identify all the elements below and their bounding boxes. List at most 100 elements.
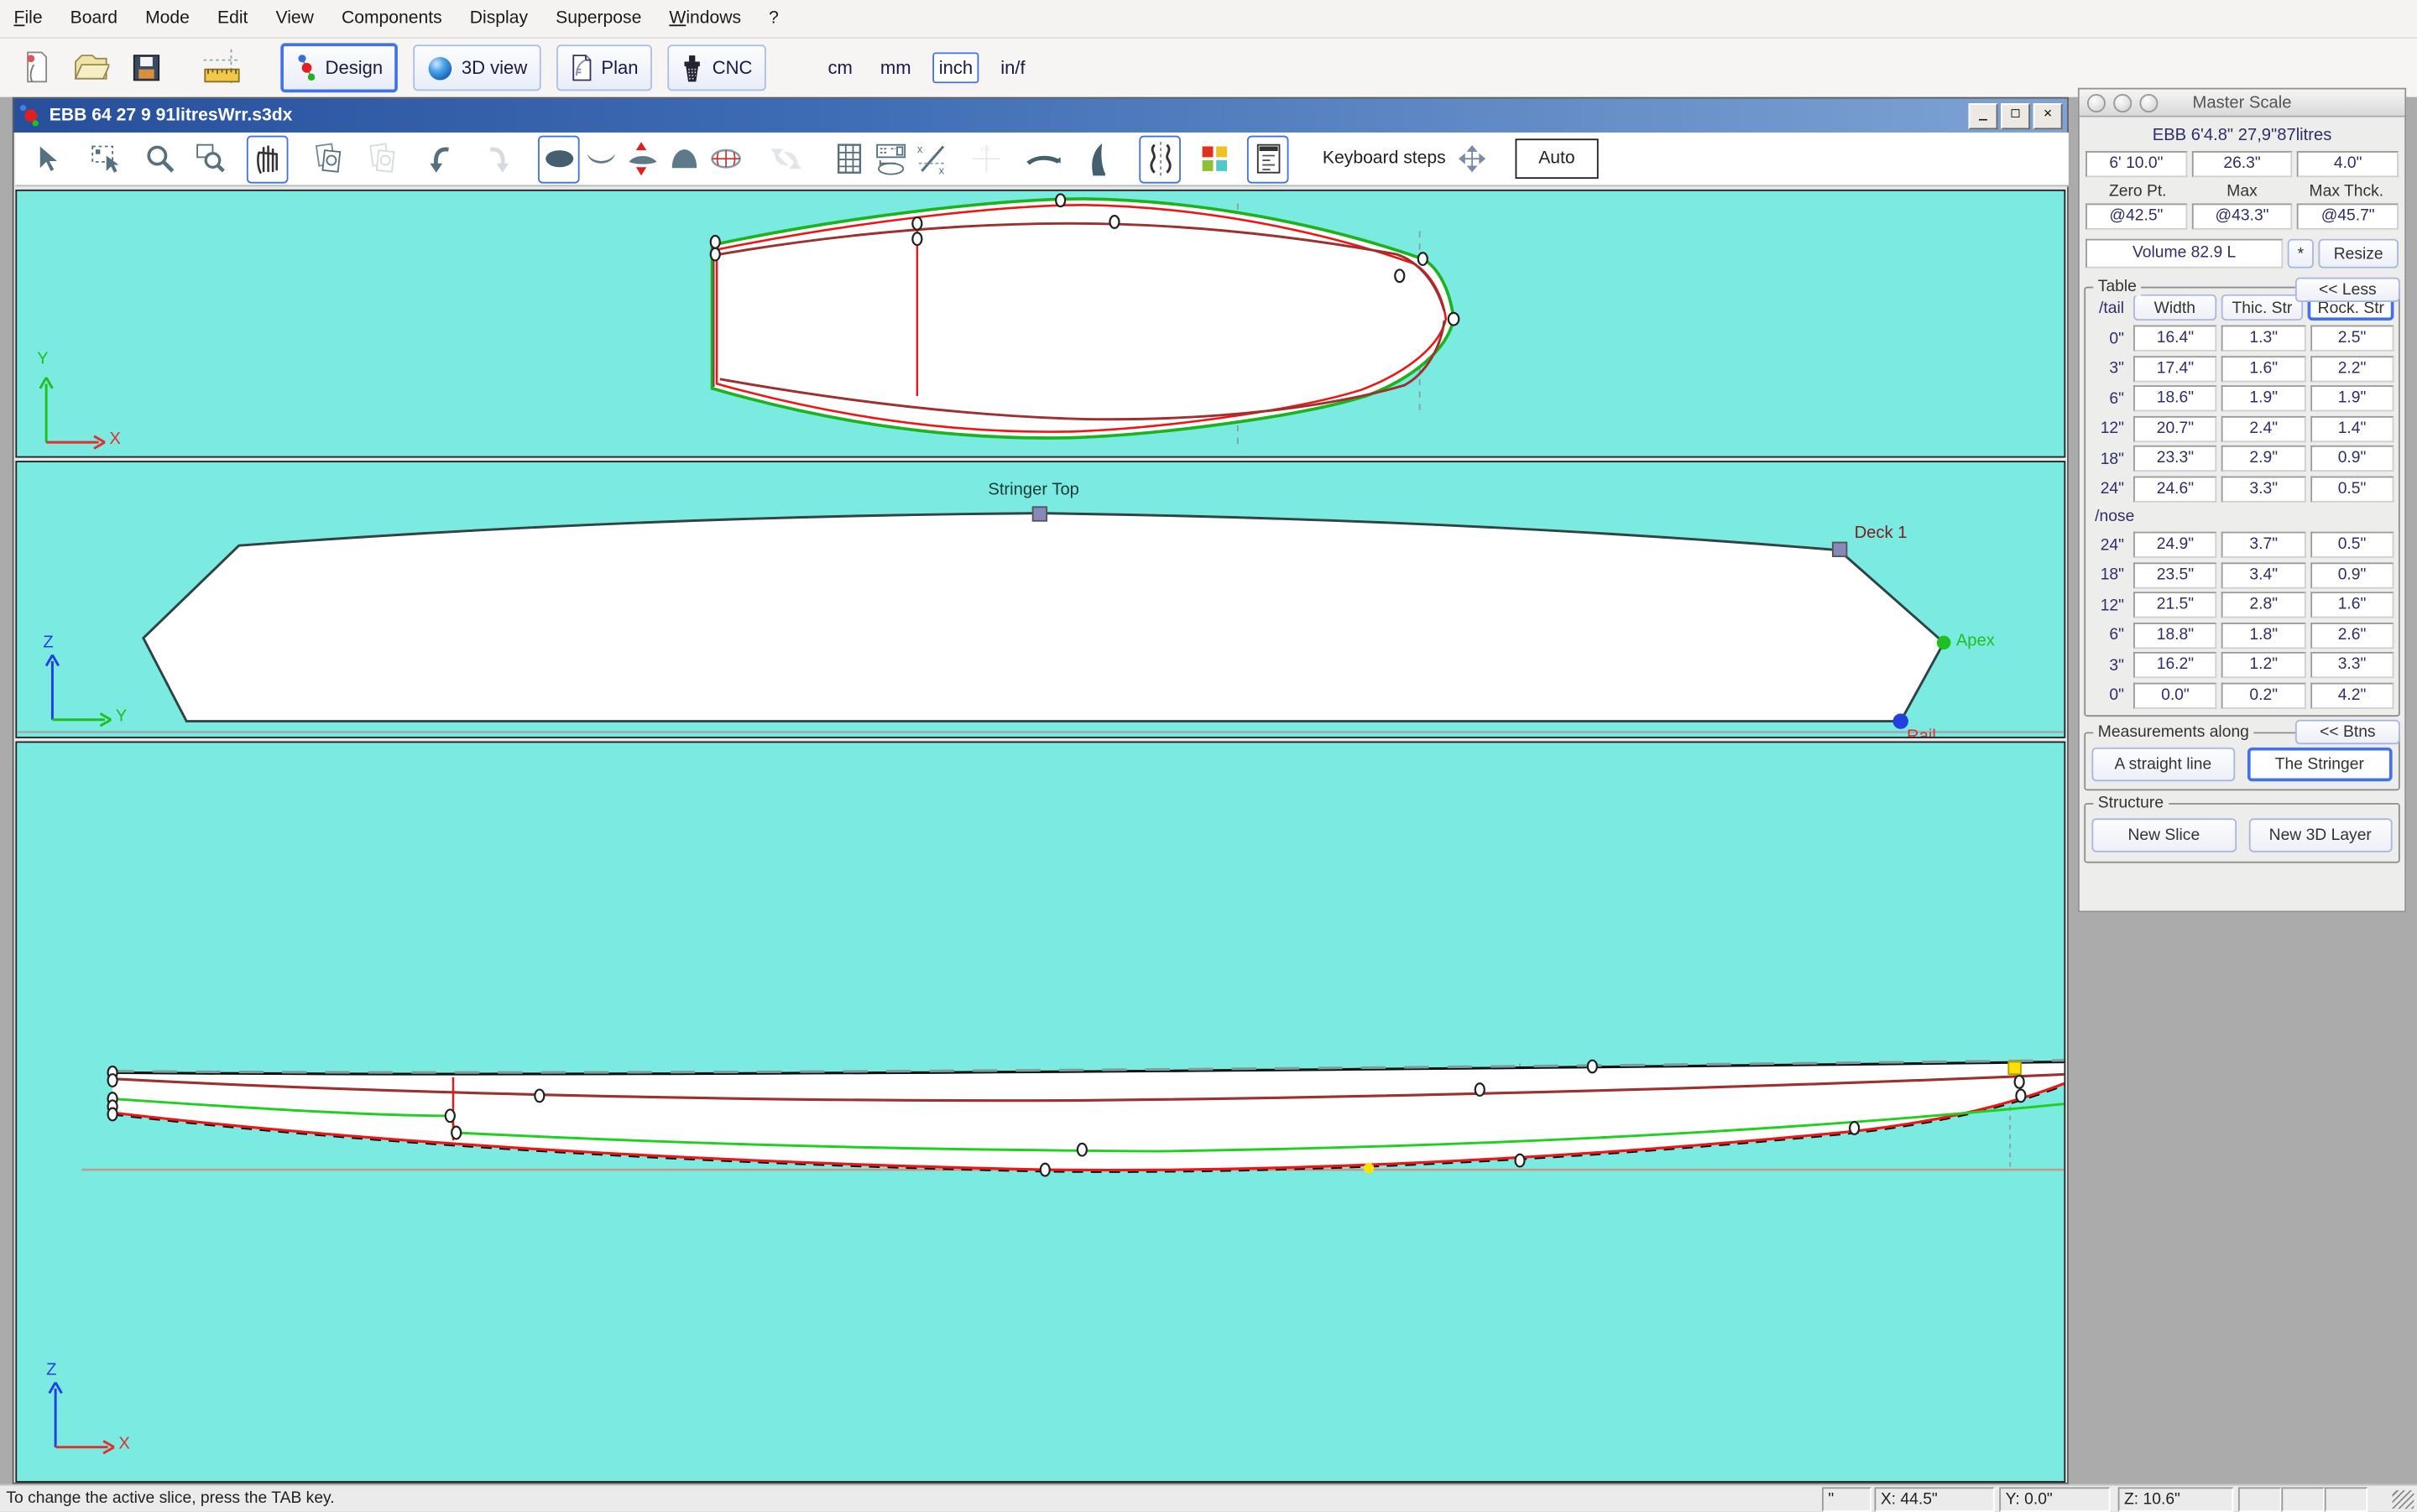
board-side-icon[interactable]: [1022, 135, 1064, 183]
menu-windows[interactable]: Windows: [655, 9, 755, 28]
design-mode-button[interactable]: Design: [280, 43, 398, 92]
width-cell[interactable]: 21.5": [2133, 592, 2217, 618]
star-button[interactable]: *: [2288, 239, 2314, 269]
deck-tool-icon[interactable]: [663, 135, 705, 183]
width-cell[interactable]: 23.5": [2133, 562, 2217, 588]
width-cell[interactable]: 24.6": [2133, 476, 2217, 502]
new-board-icon[interactable]: [15, 48, 55, 88]
document-title-bar[interactable]: EBB 64 27 9 91litresWrr.s3dx _ □ ✕: [14, 99, 2068, 133]
plan-mode-button[interactable]: Plan: [556, 44, 652, 91]
unit-inch[interactable]: inch: [932, 52, 979, 83]
menu-file[interactable]: File: [0, 9, 56, 28]
unit-cm[interactable]: cm: [822, 52, 859, 83]
maximize-button[interactable]: □: [2001, 103, 2030, 129]
close-button[interactable]: ✕: [2033, 103, 2063, 129]
thic-str-column-button[interactable]: Thic. Str: [2221, 295, 2304, 321]
slice-view-panel[interactable]: Stringer Top Deck 1 Apex Rail Z Y: [15, 461, 2065, 738]
copy-icon[interactable]: [307, 135, 349, 183]
resize-button[interactable]: Resize: [2318, 239, 2399, 269]
thickness-field[interactable]: 4.0": [2297, 151, 2399, 177]
btns-button[interactable]: << Btns: [2295, 720, 2400, 744]
measure-scale-icon[interactable]: [201, 48, 241, 88]
thic-cell[interactable]: 0.2": [2221, 682, 2305, 708]
width-cell[interactable]: 17.4": [2133, 356, 2217, 382]
top-view-panel[interactable]: Y X: [15, 190, 2065, 458]
new-3d-layer-button[interactable]: New 3D Layer: [2248, 818, 2393, 852]
resize-grip[interactable]: [2393, 1490, 2414, 1509]
rock-cell[interactable]: 0.5": [2310, 532, 2394, 558]
width-field[interactable]: 26.3": [2191, 151, 2293, 177]
max-thck-field[interactable]: @45.7": [2297, 203, 2399, 229]
rock-cell[interactable]: 0.9": [2310, 446, 2394, 472]
3d-view-mode-button[interactable]: 3D view: [414, 44, 541, 91]
select-zone-tool-icon[interactable]: [85, 135, 127, 183]
axis-line-icon[interactable]: xx: [911, 135, 953, 183]
zero-pt-field[interactable]: @42.5": [2086, 203, 2187, 229]
thic-cell[interactable]: 2.8": [2221, 592, 2305, 618]
flip-tool-icon[interactable]: [765, 135, 807, 183]
colors-icon[interactable]: [1193, 135, 1235, 183]
side-view-panel[interactable]: Z X: [15, 741, 2065, 1482]
width-cell[interactable]: 24.9": [2133, 532, 2217, 558]
rock-cell[interactable]: 1.4": [2310, 415, 2394, 441]
open-icon[interactable]: [70, 48, 111, 88]
width-cell[interactable]: 18.8": [2133, 623, 2217, 649]
thic-cell[interactable]: 1.2": [2221, 652, 2305, 678]
thic-cell[interactable]: 1.3": [2221, 326, 2305, 352]
thickness-tool-icon[interactable]: [621, 135, 663, 183]
width-cell[interactable]: 16.4": [2133, 326, 2217, 352]
menu-display[interactable]: Display: [456, 9, 541, 28]
rock-cell[interactable]: 4.2": [2310, 682, 2394, 708]
cnc-mode-button[interactable]: CNC: [667, 44, 766, 91]
rock-cell[interactable]: 1.9": [2310, 386, 2394, 412]
thic-cell[interactable]: 3.7": [2221, 532, 2305, 558]
menu-mode[interactable]: Mode: [132, 9, 204, 28]
rock-cell[interactable]: 0.5": [2310, 476, 2394, 502]
menu-help[interactable]: ?: [755, 9, 793, 28]
save-icon[interactable]: [127, 48, 167, 88]
thic-cell[interactable]: 3.3": [2221, 476, 2305, 502]
crosshair-icon[interactable]: val: [965, 135, 1007, 183]
menu-edit[interactable]: Edit: [203, 9, 261, 28]
slices-tool-icon[interactable]: [704, 135, 746, 183]
rock-cell[interactable]: 2.2": [2310, 356, 2394, 382]
master-scale-title-bar[interactable]: Master Scale: [2080, 90, 2405, 117]
fin-icon[interactable]: [1076, 135, 1118, 183]
curvature-tool-icon[interactable]: [1139, 135, 1181, 183]
unit-mm[interactable]: mm: [874, 52, 917, 83]
menu-view[interactable]: View: [262, 9, 327, 28]
new-slice-button[interactable]: New Slice: [2091, 818, 2236, 852]
thic-cell[interactable]: 2.9": [2221, 446, 2305, 472]
width-cell[interactable]: 23.3": [2133, 446, 2217, 472]
zoom-window-tool-icon[interactable]: [190, 135, 232, 183]
minimize-button[interactable]: _: [1969, 103, 1998, 129]
rock-cell[interactable]: 3.3": [2310, 652, 2394, 678]
unit-inf[interactable]: in/f: [994, 52, 1031, 83]
dimensions-panel-icon[interactable]: [869, 135, 911, 183]
length-field[interactable]: 6' 10.0": [2086, 151, 2187, 177]
max-field[interactable]: @43.3": [2191, 203, 2293, 229]
thic-cell[interactable]: 1.9": [2221, 386, 2305, 412]
straight-line-button[interactable]: A straight line: [2091, 748, 2234, 781]
width-cell[interactable]: 0.0": [2133, 682, 2217, 708]
rocker-tool-icon[interactable]: [580, 135, 622, 183]
select-arrow-tool-icon[interactable]: [24, 135, 66, 183]
rock-cell[interactable]: 2.6": [2310, 623, 2394, 649]
table-grid-icon[interactable]: [827, 135, 869, 183]
menu-components[interactable]: Components: [327, 9, 456, 28]
thic-cell[interactable]: 1.8": [2221, 623, 2305, 649]
properties-panel-icon[interactable]: [1247, 135, 1289, 183]
the-stringer-button[interactable]: The Stringer: [2247, 748, 2393, 781]
width-cell[interactable]: 18.6": [2133, 386, 2217, 412]
thic-cell[interactable]: 1.6": [2221, 356, 2305, 382]
paste-icon[interactable]: [361, 135, 403, 183]
auto-button[interactable]: Auto: [1515, 138, 1598, 179]
rock-cell[interactable]: 1.6": [2310, 592, 2394, 618]
menu-superpose[interactable]: Superpose: [542, 9, 655, 28]
pan-hand-tool-icon[interactable]: [247, 135, 289, 183]
menu-board[interactable]: Board: [56, 9, 131, 28]
thic-cell[interactable]: 2.4": [2221, 415, 2305, 441]
outline-tool-icon[interactable]: [538, 135, 580, 183]
less-button[interactable]: << Less: [2295, 278, 2400, 302]
move-steps-icon[interactable]: [1452, 135, 1494, 183]
